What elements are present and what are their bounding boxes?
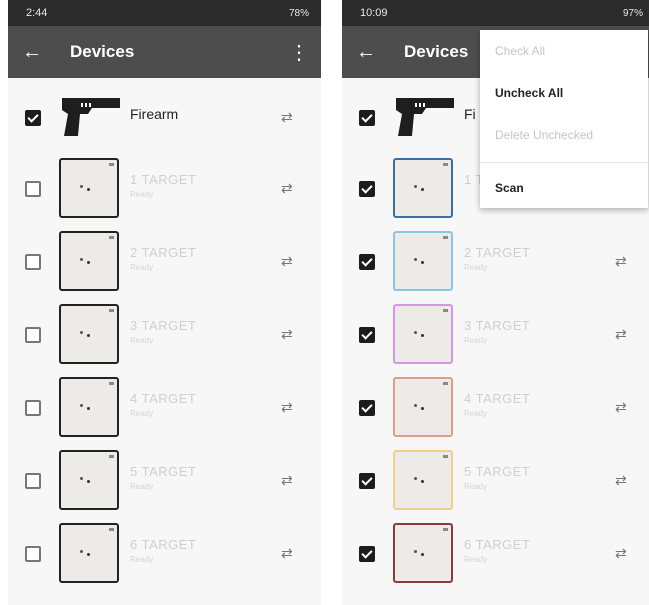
target-thumbnail — [59, 450, 119, 510]
target-thumbnail — [59, 231, 119, 291]
swap-horiz-icon[interactable]: ⇄ — [281, 399, 303, 415]
target-thumbnail — [59, 377, 119, 437]
target-thumbnail — [393, 377, 453, 437]
target-name: 4 TARGET — [464, 391, 531, 406]
target-checkbox[interactable] — [25, 400, 41, 416]
target-status: Ready — [464, 409, 488, 418]
firearm-checkbox[interactable] — [25, 110, 41, 126]
menu-item-delete-unchecked[interactable]: Delete Unchecked — [480, 114, 648, 156]
battery-level: 97% — [622, 7, 643, 19]
device-list: Firearm ⇄ 1 TARGET Ready ⇄ 2 TARGET Read… — [8, 78, 321, 590]
target-name: 1 TARGET — [130, 172, 197, 187]
arrow-left-icon: ← — [22, 40, 42, 63]
menu-item-check-all[interactable]: Check All — [480, 30, 648, 72]
target-thumbnail — [393, 231, 453, 291]
target-name: 4 TARGET — [130, 391, 197, 406]
target-status: Ready — [130, 190, 154, 199]
page-title: Devices — [404, 42, 469, 61]
list-item[interactable]: 2 TARGET Ready ⇄ — [342, 225, 649, 298]
more-vert-icon: ⋮ — [289, 41, 309, 64]
target-status: Ready — [130, 555, 154, 564]
target-thumbnail — [59, 158, 119, 218]
target-checkbox[interactable] — [359, 181, 375, 197]
target-checkbox[interactable] — [359, 546, 375, 562]
target-status: Ready — [130, 409, 154, 418]
target-name: 3 TARGET — [130, 318, 197, 333]
target-thumbnail — [393, 304, 453, 364]
target-checkbox[interactable] — [25, 254, 41, 270]
overflow-menu: Check All Uncheck All Delete Unchecked S… — [480, 30, 648, 208]
status-bar: 2:44 78% — [8, 0, 321, 26]
target-checkbox[interactable] — [25, 181, 41, 197]
list-item[interactable]: 4 TARGET Ready ⇄ — [8, 371, 321, 444]
overflow-menu-button[interactable]: ⋮ — [285, 26, 313, 78]
swap-horiz-icon[interactable]: ⇄ — [615, 399, 637, 415]
swap-horiz-icon[interactable]: ⇄ — [281, 253, 303, 269]
page-title: Devices — [70, 42, 135, 61]
swap-horiz-icon[interactable]: ⇄ — [615, 253, 637, 269]
target-name: 5 TARGET — [130, 464, 197, 479]
target-status: Ready — [130, 336, 154, 345]
pistol-icon — [396, 98, 454, 136]
target-thumbnail — [393, 523, 453, 583]
target-checkbox[interactable] — [25, 546, 41, 562]
swap-horiz-icon[interactable]: ⇄ — [615, 472, 637, 488]
target-status: Ready — [464, 336, 488, 345]
target-status: Ready — [464, 482, 488, 491]
target-thumbnail — [393, 158, 453, 218]
target-name: 2 TARGET — [130, 245, 197, 260]
target-checkbox[interactable] — [25, 473, 41, 489]
list-item[interactable]: 1 TARGET Ready ⇄ — [8, 152, 321, 225]
arrow-left-icon: ← — [356, 40, 376, 63]
target-name: 2 TARGET — [464, 245, 531, 260]
swap-horiz-icon[interactable]: ⇄ — [615, 326, 637, 342]
target-checkbox[interactable] — [359, 327, 375, 343]
target-status: Ready — [464, 263, 488, 272]
menu-divider — [480, 162, 648, 163]
target-name: 3 TARGET — [464, 318, 531, 333]
target-status: Ready — [130, 263, 154, 272]
battery-level: 78% — [288, 7, 309, 19]
firearm-label: Fi — [464, 106, 476, 122]
swap-horiz-icon[interactable]: ⇄ — [281, 472, 303, 488]
list-item[interactable]: 4 TARGET Ready ⇄ — [342, 371, 649, 444]
target-checkbox[interactable] — [359, 254, 375, 270]
app-bar: ← Devices ⋮ — [8, 26, 321, 78]
phone-screen-left: 2:44 78% ← Devices ⋮ Firearm ⇄ 1 TARGET — [8, 0, 321, 605]
target-name: 6 TARGET — [130, 537, 197, 552]
target-name: 5 TARGET — [464, 464, 531, 479]
list-item[interactable]: 2 TARGET Ready ⇄ — [8, 225, 321, 298]
swap-horiz-icon[interactable]: ⇄ — [281, 545, 303, 561]
menu-item-scan[interactable]: Scan — [480, 167, 648, 209]
menu-item-uncheck-all[interactable]: Uncheck All — [480, 72, 648, 114]
back-button[interactable]: ← — [8, 26, 56, 78]
target-status: Ready — [130, 482, 154, 491]
list-item[interactable]: 6 TARGET Ready ⇄ — [8, 517, 321, 590]
pistol-icon — [62, 98, 120, 136]
list-item[interactable]: 3 TARGET Ready ⇄ — [8, 298, 321, 371]
firearm-label: Firearm — [130, 106, 179, 122]
firearm-row[interactable]: Firearm ⇄ — [8, 78, 321, 152]
target-thumbnail — [393, 450, 453, 510]
list-item[interactable]: 3 TARGET Ready ⇄ — [342, 298, 649, 371]
firearm-checkbox[interactable] — [359, 110, 375, 126]
swap-horiz-icon[interactable]: ⇄ — [281, 326, 303, 342]
status-bar: 10:09 97% — [342, 0, 649, 26]
target-checkbox[interactable] — [25, 327, 41, 343]
target-thumbnail — [59, 304, 119, 364]
swap-horiz-icon[interactable]: ⇄ — [615, 545, 637, 561]
swap-horiz-icon[interactable]: ⇄ — [281, 109, 303, 125]
target-name: 6 TARGET — [464, 537, 531, 552]
target-status: Ready — [464, 555, 488, 564]
target-checkbox[interactable] — [359, 400, 375, 416]
swap-horiz-icon[interactable]: ⇄ — [281, 180, 303, 196]
list-item[interactable]: 5 TARGET Ready ⇄ — [342, 444, 649, 517]
list-item[interactable]: 5 TARGET Ready ⇄ — [8, 444, 321, 517]
list-item[interactable]: 6 TARGET Ready ⇄ — [342, 517, 649, 590]
target-checkbox[interactable] — [359, 473, 375, 489]
status-time: 10:09 — [360, 7, 388, 19]
back-button[interactable]: ← — [342, 26, 390, 78]
status-time: 2:44 — [26, 7, 48, 19]
target-thumbnail — [59, 523, 119, 583]
